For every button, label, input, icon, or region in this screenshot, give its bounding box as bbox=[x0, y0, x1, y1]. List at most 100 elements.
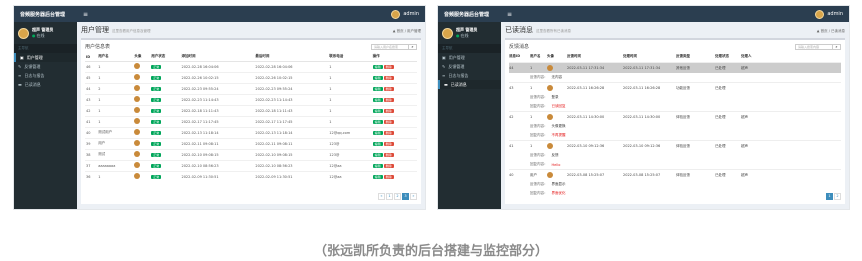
table-row: 36 1 正常 2022-02-09 11:30:51 2022-02-09 11:30… bbox=[85, 170, 417, 182]
sidebar-item-read[interactable]: ▬ 已读消息 bbox=[14, 80, 77, 89]
list-item[interactable]: 42 1 2022-03-11 14:30:00 2022-03-11 14:30:0… bbox=[509, 111, 841, 122]
status-badge: 正常 bbox=[151, 141, 162, 146]
breadcrumb[interactable]: ▲ 首页 / 用户管理 bbox=[393, 29, 421, 34]
row-username: 1 bbox=[97, 93, 134, 105]
user-management-screenshot: 音频服务器后台管理 ≡ admin 超声 管理员 在线 主导航 ▣用户管理 ✎反… bbox=[13, 5, 426, 210]
row-last-time: 2022-02-13 11:18:14 bbox=[254, 126, 329, 138]
delete-button[interactable]: 删除 bbox=[383, 163, 394, 168]
row-status: 正常 bbox=[150, 148, 181, 160]
delete-button[interactable]: 删除 bbox=[383, 174, 394, 179]
row-last-time: 2022-02-26 10:02:15 bbox=[254, 71, 329, 83]
reply-content: 不再提醒 bbox=[551, 133, 566, 137]
row-status: 正常 bbox=[150, 126, 181, 138]
user-panel: 超声 管理员 在线 bbox=[438, 22, 501, 44]
row-actions: 编辑 删除 bbox=[371, 60, 417, 72]
row-id: 38 bbox=[85, 148, 98, 160]
row-status: 已处理 bbox=[715, 143, 726, 148]
search-input[interactable]: 请输入搜索内容 bbox=[795, 43, 833, 50]
table-row: 45 1 正常 2022-02-26 10:02:15 2022-02-26 10:02… bbox=[85, 71, 417, 83]
edit-button[interactable]: 编辑 bbox=[372, 86, 383, 91]
sidebar-item-logs[interactable]: ≡ 日志与报告 bbox=[438, 71, 501, 80]
edit-button[interactable]: 编辑 bbox=[372, 141, 383, 146]
edit-button[interactable]: 编辑 bbox=[372, 152, 383, 157]
page-button[interactable]: « bbox=[378, 193, 385, 200]
search-icon[interactable]: ⌕ bbox=[409, 43, 417, 50]
edit-button[interactable]: 编辑 bbox=[372, 108, 383, 113]
list-item[interactable]: 40 用户 2022-03-08 15:25:07 2022-03-08 15:25:… bbox=[509, 169, 841, 180]
feedback-content: 无内容 bbox=[551, 75, 563, 79]
column-header: 处理人 bbox=[741, 54, 752, 58]
edit-button[interactable]: 编辑 bbox=[372, 163, 383, 168]
row-time1: 2022-03-10 09:12:36 bbox=[567, 144, 605, 148]
edit-button[interactable]: 编辑 bbox=[372, 174, 383, 179]
edit-button[interactable]: 编辑 bbox=[372, 75, 383, 80]
row-handler: 超声 bbox=[741, 65, 748, 70]
search-icon[interactable]: ⌕ bbox=[833, 43, 841, 50]
delete-button[interactable]: 删除 bbox=[383, 97, 394, 102]
breadcrumb[interactable]: ▲ 首页 / 已读消息 bbox=[817, 29, 845, 34]
delete-button[interactable]: 删除 bbox=[383, 64, 394, 69]
delete-button[interactable]: 删除 bbox=[383, 141, 394, 146]
menu-toggle-icon[interactable]: ≡ bbox=[83, 11, 88, 18]
delete-button[interactable]: 删除 bbox=[383, 86, 394, 91]
edit-button[interactable]: 编辑 bbox=[372, 130, 383, 135]
sidebar-item-read[interactable]: ▬ 已读消息 bbox=[438, 80, 501, 89]
edit-button[interactable]: 编辑 bbox=[372, 119, 383, 124]
delete-button[interactable]: 删除 bbox=[383, 152, 394, 157]
page-subtitle: 这里查看所有已读消息 bbox=[536, 29, 571, 33]
row-status: 已处理 bbox=[715, 65, 726, 70]
page-title: 已读消息 bbox=[505, 26, 533, 34]
avatar bbox=[134, 140, 141, 146]
page-button[interactable]: 3 bbox=[402, 193, 409, 200]
row-user: 1 bbox=[530, 144, 533, 148]
menu-toggle-icon[interactable]: ≡ bbox=[507, 11, 512, 18]
sidebar-item-users[interactable]: ▣ 用户管理 bbox=[14, 53, 77, 62]
column-header: 消息ID bbox=[509, 54, 521, 58]
edit-button[interactable]: 编辑 bbox=[372, 64, 383, 69]
row-phone: 12@aa bbox=[328, 170, 372, 182]
avatar bbox=[442, 27, 453, 39]
column-header: ID bbox=[85, 53, 98, 62]
pencil-icon: ✎ bbox=[442, 64, 446, 69]
feedback-content-row: 反馈内容： 头像更换 bbox=[509, 122, 841, 131]
top-user-menu[interactable]: admin bbox=[815, 9, 849, 19]
column-header: 头像 bbox=[547, 54, 554, 58]
top-user-menu[interactable]: admin bbox=[391, 9, 425, 19]
sidebar-item-feedback[interactable]: ✎ 反馈管理 bbox=[438, 62, 501, 71]
page-button[interactable]: » bbox=[410, 193, 417, 200]
page-button[interactable]: 2 bbox=[834, 193, 841, 200]
delete-button[interactable]: 删除 bbox=[383, 75, 394, 80]
read-messages-screenshot: 音频服务器后台管理 ≡ admin 超声 管理员 在线 主导航 ▣用户管理 ✎反… bbox=[437, 5, 850, 210]
list-item[interactable]: 41 1 2022-03-10 09:12:36 2022-03-10 09:12:3… bbox=[509, 140, 841, 151]
delete-button[interactable]: 删除 bbox=[383, 119, 394, 124]
page-button[interactable]: 1 bbox=[826, 193, 833, 200]
status-badge: 正常 bbox=[151, 108, 162, 113]
row-added-time: 2022-02-10 08:56:23 bbox=[180, 159, 255, 171]
main-content: 用户管理 这里查看用户信息及管理 ▲ 首页 / 用户管理 用户信息表 请输入用户… bbox=[77, 22, 425, 209]
sidebar-item-feedback[interactable]: ✎ 反馈管理 bbox=[14, 62, 77, 71]
reply-content-row: 回复内容： 不再提醒 bbox=[509, 131, 841, 140]
user-table: ID 用户名 头像 用户状态 添加时间 最后时间 联系电话 操作 46 1 正常 2022-02-2… bbox=[85, 53, 417, 182]
users-icon: ▣ bbox=[442, 55, 446, 60]
row-username: aaaaaaaa bbox=[97, 159, 134, 171]
list-item[interactable]: 43 1 2022-03-11 16:26:28 2022-03-11 16:26:2… bbox=[509, 82, 841, 93]
sidebar-item-users[interactable]: ▣ 用户管理 bbox=[438, 53, 501, 62]
avatar bbox=[134, 129, 141, 135]
page-button[interactable]: 2 bbox=[394, 193, 401, 200]
brand: 音频服务器后台管理 bbox=[444, 11, 490, 18]
delete-button[interactable]: 删除 bbox=[383, 130, 394, 135]
search-input[interactable]: 请输入用户名搜索 bbox=[371, 43, 409, 50]
search-bar: 请输入搜索内容 ⌕ bbox=[795, 43, 841, 50]
list-item[interactable]: 44 1 2022-03-11 17:31:34 2022-03-11 17:31:3… bbox=[509, 62, 841, 73]
row-added-time: 2022-02-10 09:08:15 bbox=[180, 148, 255, 160]
page-button[interactable]: 1 bbox=[386, 193, 393, 200]
avatar bbox=[134, 63, 141, 69]
sidebar-item-logs[interactable]: ≡ 日志与报告 bbox=[14, 71, 77, 80]
delete-button[interactable]: 删除 bbox=[383, 108, 394, 113]
edit-button[interactable]: 编辑 bbox=[372, 97, 383, 102]
row-id: 40 bbox=[509, 173, 514, 177]
row-actions: 编辑 删除 bbox=[371, 159, 417, 171]
row-handler: 超声 bbox=[741, 172, 748, 177]
table-row: 41 1 正常 2022-02-17 11:17:45 2022-02-17 11:17… bbox=[85, 115, 417, 127]
row-status: 正常 bbox=[150, 60, 181, 72]
